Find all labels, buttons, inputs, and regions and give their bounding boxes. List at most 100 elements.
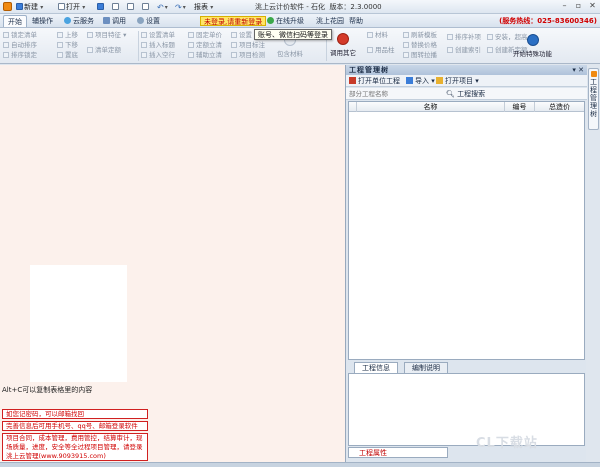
open-button[interactable]: 打开 ▾ — [58, 2, 85, 12]
main-workspace: Alt+C可以复制表格里的内容 如您记密码，可以邮箱找回 完善信息后可用手机号、… — [0, 65, 345, 462]
garden-link[interactable]: 洮上花园 — [312, 15, 348, 27]
ribbon-refresh-template[interactable]: 刷新模板 — [403, 31, 437, 40]
gear-icon — [137, 17, 144, 24]
tab-start[interactable]: 开始 — [3, 15, 27, 27]
column-header-code[interactable]: 编号 — [505, 102, 535, 112]
login-notice[interactable]: 未登录,请重新登录 — [200, 16, 267, 26]
cloud-icon — [64, 17, 71, 24]
redo-button[interactable]: ↷▾ — [175, 2, 186, 12]
open-project-button[interactable]: 打开项目 ▾ — [436, 76, 479, 86]
project-tree-icon — [590, 71, 597, 77]
ribbon-fixed-price[interactable]: 固定单价 — [188, 31, 222, 40]
call-other-button[interactable]: 调用其它 — [330, 33, 356, 57]
ribbon-item-check[interactable]: 项目检测 — [231, 51, 265, 60]
tab-project-info[interactable]: 工程信息 — [354, 362, 398, 373]
open-unit-icon — [349, 77, 356, 84]
ribbon-item-tag[interactable]: 项目标注 — [231, 41, 265, 50]
column-header-select — [349, 102, 357, 112]
ribbon-material[interactable]: 材料 — [367, 31, 388, 40]
tab-settings[interactable]: 设置 — [133, 15, 164, 27]
ribbon-insert-title[interactable]: 插入标题 — [141, 41, 175, 50]
new-icon — [16, 3, 23, 10]
panel-pin-close[interactable]: ▾ ✕ — [572, 65, 584, 75]
status-bar — [0, 462, 600, 467]
note-password-recovery[interactable]: 如您记密码，可以邮箱找回 — [2, 409, 148, 419]
folder-icon — [436, 77, 443, 84]
tab-compile-notes[interactable]: 编制说明 — [404, 362, 448, 373]
ribbon-move-up[interactable]: 上移 — [57, 31, 78, 40]
ribbon-sort-lock[interactable]: 排序锁定 — [3, 51, 37, 60]
login-tooltip: 账号、微信扫码等登录 — [254, 29, 332, 40]
ribbon-replace-price[interactable]: 替换价格 — [403, 41, 437, 50]
grid-header: 名称 编号 总造价 — [349, 102, 584, 112]
ribbon-move-down[interactable]: 下移 — [57, 41, 78, 50]
copy-button[interactable] — [127, 2, 135, 12]
ribbon-set-list[interactable]: 设置清单 — [141, 31, 175, 40]
info-content — [348, 373, 585, 446]
import-icon — [406, 77, 413, 84]
call-other-icon — [337, 33, 349, 45]
note-cloud-management[interactable]: 项目合同，成本管理，费用管控，结算审计，现场质量，进度，安全等全过程项目管理，请… — [2, 433, 148, 461]
search-input[interactable] — [349, 89, 447, 99]
close-button[interactable]: ✕ — [586, 1, 599, 12]
tab-cloud-service[interactable]: 云服务 — [60, 15, 98, 27]
maximize-button[interactable]: ▫ — [572, 1, 585, 12]
title-bar: 新建 ▾ 打开 ▾ ↶▾ ↷▾ 报表 ▾ 洮上云计价软件 - 石化 版本：2.3… — [0, 0, 600, 14]
paste-button[interactable] — [142, 2, 150, 12]
note-login-methods[interactable]: 完善信息后可用手机号、qq号、邮箱登录软件 — [2, 421, 148, 431]
ribbon-item-feature[interactable]: 项目特征 ▾ — [87, 31, 126, 40]
chevron-down-icon: ▾ — [40, 4, 44, 11]
service-hotline: (服务热线：025-83600346) — [499, 17, 597, 25]
ribbon-set[interactable]: 设置 — [231, 31, 252, 40]
print-icon — [112, 3, 119, 10]
info-tabs: 工程信息 编制说明 — [348, 362, 585, 373]
app-logo — [3, 2, 12, 11]
menu-bar: 开始 辅操作 云服务 调用 设置 未登录,请重新登录 在线升级 洮上花园 帮助 … — [0, 14, 600, 28]
panel-toolbar: 打开单位工程 导入 ▾ 打开项目 ▾ — [346, 75, 587, 87]
ribbon-sort-fill[interactable]: 排序补项 — [447, 33, 481, 42]
undo-button[interactable]: ↶▾ — [157, 2, 168, 12]
folder-icon — [58, 3, 65, 10]
undo-icon: ↶ — [157, 3, 164, 12]
print-button[interactable] — [112, 2, 120, 12]
minimize-button[interactable]: – — [558, 1, 571, 12]
search-button[interactable]: 🔍︎ 工程搜索 — [446, 89, 485, 99]
paste-icon — [142, 3, 149, 10]
search-bar: 🔍︎ 工程搜索 — [346, 88, 587, 100]
window-title: 洮上云计价软件 - 石化 版本：2.3.0000 — [255, 3, 382, 11]
help-menu[interactable]: 帮助 — [345, 15, 367, 27]
ribbon-image-convert[interactable]: 图转拉播 — [403, 51, 437, 60]
tab-project-properties[interactable]: 工程属性 — [348, 447, 448, 458]
open-unit-project-button[interactable]: 打开单位工程 — [349, 76, 400, 86]
ribbon-create-index[interactable]: 创建索引 — [447, 46, 481, 55]
ribbon-auto-sort[interactable]: 自动排序 — [3, 41, 37, 50]
ribbon-aux-list[interactable]: 辅助立清 — [188, 51, 222, 60]
save-button[interactable] — [97, 2, 105, 12]
special-function-icon — [526, 34, 539, 46]
chevron-down-icon: ▾ — [82, 4, 86, 11]
ribbon-list-quota[interactable]: 清单定额 — [87, 46, 121, 55]
project-grid[interactable]: 名称 编号 总造价 — [348, 101, 585, 360]
save-icon — [97, 3, 104, 10]
online-upgrade-button[interactable]: 在线升级 — [263, 15, 308, 27]
start-special-button[interactable]: 开始特殊功能 — [513, 34, 552, 58]
tab-aux-ops[interactable]: 辅操作 — [28, 15, 57, 27]
blank-panel — [30, 265, 127, 382]
column-header-name[interactable]: 名称 — [357, 102, 505, 112]
redo-icon: ↷ — [175, 3, 182, 12]
new-button[interactable]: 新建 ▾ — [16, 2, 43, 12]
ribbon-insert-row[interactable]: 插入空行 — [141, 51, 175, 60]
panel-title: 工程管理树 ▾ ✕ — [346, 65, 587, 75]
side-tab-project-tree[interactable]: 工程管理树 — [588, 68, 599, 130]
upgrade-icon — [267, 17, 274, 24]
call-icon — [103, 17, 110, 24]
tab-call[interactable]: 调用 — [99, 15, 130, 27]
ribbon-quota-list[interactable]: 定额立清 — [188, 41, 222, 50]
import-button[interactable]: 导入 ▾ — [406, 76, 435, 86]
ribbon-move-bottom[interactable]: 置底 — [57, 51, 78, 60]
ribbon-supplies[interactable]: 用品柱 — [367, 46, 395, 55]
column-header-total[interactable]: 总造价 — [535, 102, 584, 112]
ribbon-lock-list[interactable]: 锁定清单 — [3, 31, 37, 40]
report-button[interactable]: 报表 ▾ — [194, 2, 213, 12]
copy-hint: Alt+C可以复制表格里的内容 — [2, 386, 93, 394]
